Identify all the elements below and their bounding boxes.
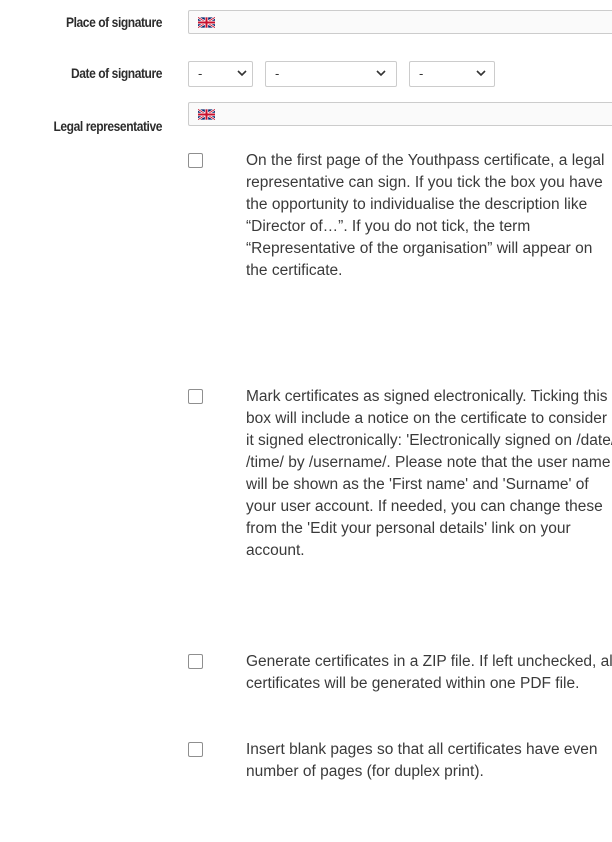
year-select-value: - bbox=[419, 66, 424, 81]
chevron-down-icon bbox=[237, 70, 247, 77]
month-select[interactable]: - bbox=[265, 61, 397, 87]
signature-form: Place of signature Date of signature - -… bbox=[0, 0, 612, 842]
day-select[interactable]: - bbox=[188, 61, 253, 87]
uk-flag-icon bbox=[198, 109, 215, 120]
year-select[interactable]: - bbox=[409, 61, 495, 87]
chevron-down-icon bbox=[476, 70, 486, 77]
signed-electronically-checkbox[interactable] bbox=[188, 389, 203, 404]
legal-representative-option-text: On the first page of the Youthpass certi… bbox=[246, 152, 605, 279]
month-select-value: - bbox=[275, 66, 280, 81]
day-select-value: - bbox=[198, 66, 203, 81]
place-of-signature-input[interactable] bbox=[188, 10, 612, 34]
blank-pages-checkbox[interactable] bbox=[188, 742, 203, 757]
chevron-down-icon bbox=[376, 70, 386, 77]
zip-file-option-text: Generate certificates in a ZIP file. If … bbox=[246, 653, 612, 692]
date-of-signature-label: Date of signature bbox=[70, 65, 162, 81]
legal-representative-label: Legal representative bbox=[53, 118, 162, 134]
zip-file-checkbox[interactable] bbox=[188, 654, 203, 669]
uk-flag-icon bbox=[198, 17, 215, 28]
blank-pages-option-text: Insert blank pages so that all certifica… bbox=[246, 741, 598, 780]
legal-representative-checkbox[interactable] bbox=[188, 153, 203, 168]
legal-representative-input[interactable] bbox=[188, 102, 612, 126]
place-of-signature-label: Place of signature bbox=[66, 14, 162, 30]
signed-electronically-option-text: Mark certificates as signed electronical… bbox=[246, 388, 612, 559]
